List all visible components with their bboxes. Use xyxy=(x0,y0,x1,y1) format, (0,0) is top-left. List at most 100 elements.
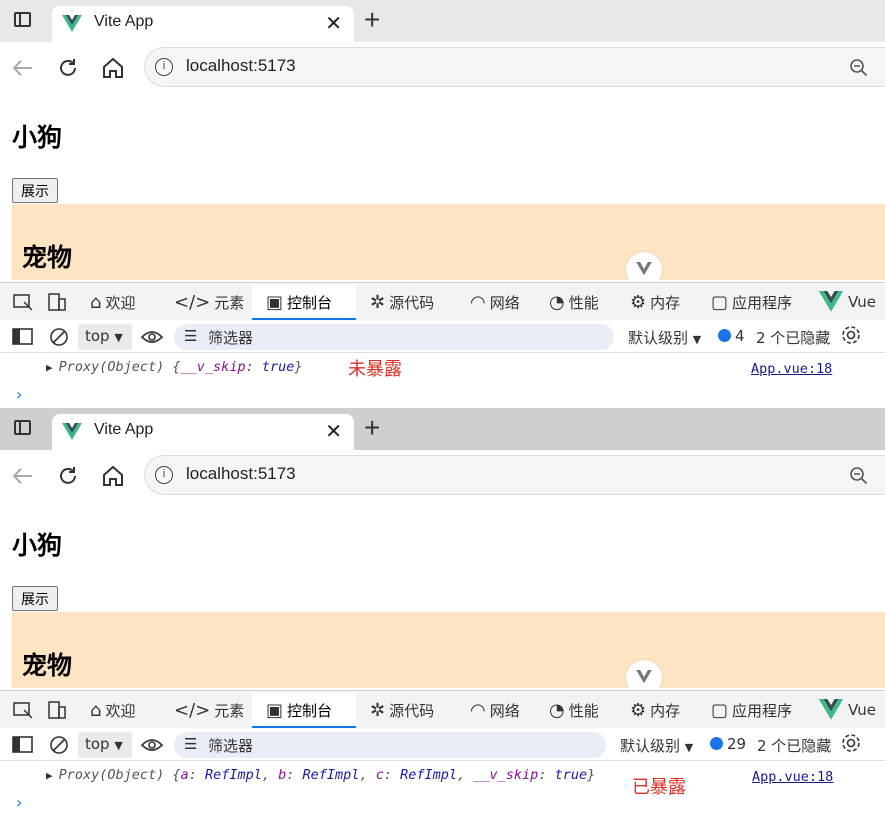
sidebar-toggle-icon[interactable] xyxy=(12,327,34,347)
chevron-down-icon: ▼ xyxy=(684,741,694,754)
tab-vue[interactable]: Vue xyxy=(818,289,876,315)
clear-console-icon[interactable] xyxy=(48,734,70,756)
tab-welcome[interactable]: ⌂ 欢迎 xyxy=(90,289,135,315)
zoom-icon[interactable] xyxy=(848,465,870,487)
tab-sources[interactable]: ✲ 源代码 xyxy=(370,697,434,723)
pet-section: 宠物 xyxy=(12,612,885,688)
site-info-icon[interactable]: i xyxy=(155,58,173,76)
home-icon[interactable] xyxy=(100,463,126,489)
tab-console[interactable]: ▣ 控制台 xyxy=(266,289,332,315)
expand-triangle-icon[interactable]: ▶ xyxy=(46,769,53,782)
annotation-note: 已暴露 xyxy=(632,777,686,798)
hidden-count[interactable]: 2 个已隐藏 xyxy=(757,735,831,756)
back-icon[interactable] xyxy=(10,55,36,81)
browser-window-2: Vite App ✕ + i localhost:5173 小狗 展示 宠物 ⌂… xyxy=(0,408,885,818)
eye-icon[interactable] xyxy=(140,328,164,346)
tab-network[interactable]: ◠ 网络 xyxy=(470,697,520,723)
filter-input[interactable]: ☰ 筛选器 xyxy=(174,324,614,350)
tab-welcome[interactable]: ⌂ 欢迎 xyxy=(90,697,135,723)
console-prompt-icon[interactable]: › xyxy=(16,385,22,404)
close-tab-icon[interactable]: ✕ xyxy=(325,419,342,444)
address-bar[interactable]: i localhost:5173 xyxy=(144,455,885,495)
gear-icon[interactable] xyxy=(840,324,862,346)
source-link[interactable]: App.vue:18 xyxy=(751,361,832,377)
message-icon xyxy=(718,329,731,342)
new-tab-icon[interactable]: + xyxy=(364,412,380,444)
close-tab-icon[interactable]: ✕ xyxy=(325,11,342,36)
sidebar-toggle-icon[interactable] xyxy=(12,735,34,755)
home-icon[interactable] xyxy=(100,55,126,81)
address-bar[interactable]: i localhost:5173 xyxy=(144,47,885,87)
window-icon: ▢ xyxy=(711,291,729,313)
tab-performance[interactable]: ◔ 性能 xyxy=(549,697,599,723)
filter-input[interactable]: ☰ 筛选器 xyxy=(174,732,606,758)
show-button[interactable]: 展示 xyxy=(12,586,58,611)
tab-application[interactable]: ▢ 应用程序 xyxy=(711,697,792,723)
device-toolbar-icon[interactable] xyxy=(46,291,68,313)
tab-network[interactable]: ◠ 网络 xyxy=(470,289,520,315)
site-info-icon[interactable]: i xyxy=(155,466,173,484)
console-prompt-icon[interactable]: › xyxy=(16,793,22,812)
back-icon[interactable] xyxy=(10,463,36,489)
device-toolbar-icon[interactable] xyxy=(46,699,68,721)
context-select[interactable]: top ▼ xyxy=(78,732,132,758)
tab-console[interactable]: ▣ 控制台 xyxy=(266,697,332,723)
log-entry[interactable]: ▶ Proxy(Object) {a: RefImpl, b: RefImpl, … xyxy=(46,767,595,783)
browser-tab[interactable]: Vite App ✕ xyxy=(52,414,354,450)
vue-logo-icon xyxy=(636,670,652,684)
vue-devtools-badge[interactable] xyxy=(626,660,662,688)
browser-tab[interactable]: Vite App ✕ xyxy=(52,6,354,42)
console-icon: ▣ xyxy=(266,699,284,721)
tab-memory[interactable]: ⚙ 内存 xyxy=(630,697,680,723)
zoom-icon[interactable] xyxy=(848,57,870,79)
inspect-icon[interactable] xyxy=(12,291,34,313)
chevron-down-icon: ▼ xyxy=(114,331,123,344)
new-tab-icon[interactable]: + xyxy=(364,4,380,36)
eye-icon[interactable] xyxy=(140,736,164,754)
home-icon: ⌂ xyxy=(90,291,102,313)
tab-strip: Vite App ✕ + xyxy=(0,408,885,450)
expand-triangle-icon[interactable]: ▶ xyxy=(46,361,53,374)
reload-icon[interactable] xyxy=(55,55,81,81)
message-count-badge[interactable]: 29 xyxy=(710,735,746,753)
log-entry[interactable]: ▶ Proxy(Object) {__v_skip: true} xyxy=(46,359,303,375)
tab-sources[interactable]: ✲ 源代码 xyxy=(370,289,434,315)
gear-icon[interactable] xyxy=(840,732,862,754)
tab-vue[interactable]: Vue xyxy=(818,697,876,723)
bug-icon: ✲ xyxy=(370,699,386,721)
clear-console-icon[interactable] xyxy=(48,326,70,348)
tab-performance[interactable]: ◔ 性能 xyxy=(549,289,599,315)
log-level-select[interactable]: 默认级别 ▼ xyxy=(628,327,701,348)
wifi-icon: ◠ xyxy=(470,291,486,313)
tab-actions-icon[interactable] xyxy=(12,10,34,30)
message-count-badge[interactable]: 4 xyxy=(718,327,745,345)
tab-elements[interactable]: </> 元素 xyxy=(174,697,244,723)
code-icon: </> xyxy=(174,291,211,313)
context-select[interactable]: top ▼ xyxy=(78,324,132,350)
url-text: localhost:5173 xyxy=(186,464,296,483)
reload-icon[interactable] xyxy=(55,463,81,489)
tab-elements[interactable]: </> 元素 xyxy=(174,289,244,315)
annotation-note: 未暴露 xyxy=(348,359,402,380)
tab-memory[interactable]: ⚙ 内存 xyxy=(630,289,680,315)
filter-icon: ☰ xyxy=(184,735,198,753)
console-icon: ▣ xyxy=(266,291,284,313)
log-level-select[interactable]: 默认级别 ▼ xyxy=(620,735,693,756)
console-messages: ▶ Proxy(Object) {a: RefImpl, b: RefImpl, … xyxy=(0,761,885,816)
gauge-icon: ◔ xyxy=(549,699,565,721)
show-button[interactable]: 展示 xyxy=(12,178,58,203)
pet-section: 宠物 xyxy=(12,204,885,280)
hidden-count[interactable]: 2 个已隐藏 xyxy=(756,327,830,348)
source-link[interactable]: App.vue:18 xyxy=(752,769,833,785)
tab-application[interactable]: ▢ 应用程序 xyxy=(711,289,792,315)
pet-heading: 宠物 xyxy=(22,243,73,272)
message-icon xyxy=(710,737,723,750)
bug-icon: ✲ xyxy=(370,291,386,313)
tab-actions-icon[interactable] xyxy=(12,418,34,438)
chevron-down-icon: ▼ xyxy=(692,333,702,346)
vue-devtools-badge[interactable] xyxy=(626,252,662,280)
gauge-icon: ◔ xyxy=(549,291,565,313)
tab-title: Vite App xyxy=(94,13,154,30)
page-heading: 小狗 xyxy=(12,531,63,560)
inspect-icon[interactable] xyxy=(12,699,34,721)
